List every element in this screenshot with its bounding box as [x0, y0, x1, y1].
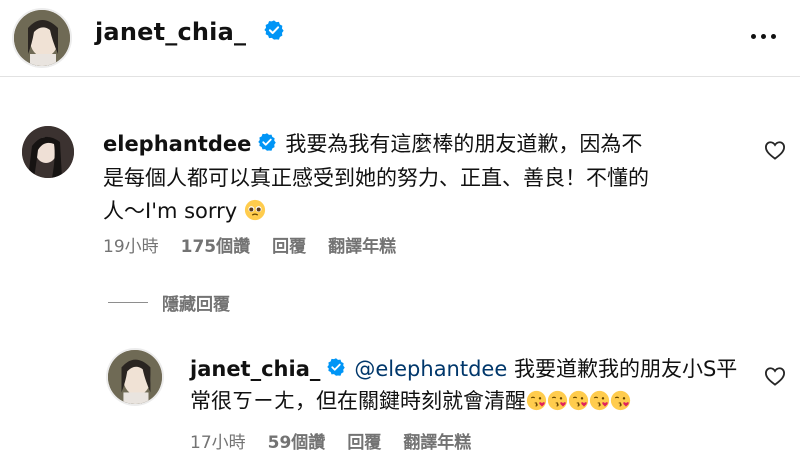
- comment-reply-button[interactable]: 回覆: [272, 232, 306, 257]
- hide-replies-label[interactable]: 隱藏回覆: [162, 290, 230, 315]
- header-avatar[interactable]: [14, 10, 70, 66]
- more-options-icon[interactable]: [748, 26, 778, 46]
- face-blowing-kiss-emoji-icon: [568, 389, 589, 420]
- verified-badge-icon: [257, 129, 277, 162]
- reply-translate-button[interactable]: 翻譯年糕: [403, 428, 471, 453]
- reply-time: 17小時: [190, 433, 246, 453]
- face-blowing-kiss-emoji-icon: [589, 389, 610, 420]
- header-username-text[interactable]: janet_chia_: [95, 18, 246, 46]
- like-heart-icon[interactable]: [764, 366, 786, 390]
- comment-body: elephantdee 我要為我有這麼棒的朋友道歉，因為不是每個人都可以真正感受…: [103, 128, 663, 231]
- reply-mention-link[interactable]: @elephantdee: [354, 357, 507, 381]
- commenter-username[interactable]: elephantdee: [103, 132, 251, 156]
- post-header: janet_chia_: [0, 0, 800, 75]
- face-blowing-kiss-emoji-icon: [526, 389, 547, 420]
- verified-badge-icon: [263, 19, 285, 47]
- reply-meta: 17小時 59個讚 回覆 翻譯年糕: [190, 428, 471, 453]
- hide-replies-button[interactable]: 隱藏回覆: [108, 290, 230, 315]
- face-blowing-kiss-emoji-icon: [547, 389, 568, 420]
- face-blowing-kiss-emoji-icon: [610, 389, 631, 420]
- comment-time: 19小時: [103, 237, 159, 257]
- commenter-avatar[interactable]: [22, 126, 74, 178]
- comment-translate-button[interactable]: 翻譯年糕: [328, 232, 396, 257]
- reply-avatar[interactable]: [108, 350, 162, 404]
- pleading-face-emoji-icon: [244, 198, 266, 231]
- reply-reply-button[interactable]: 回覆: [347, 428, 381, 453]
- reply-username[interactable]: janet_chia_: [190, 357, 320, 381]
- hide-replies-line: [108, 302, 148, 303]
- kiss-emoji-row: [526, 389, 631, 413]
- comment-meta: 19小時 175個讚 回覆 翻譯年糕: [103, 232, 396, 257]
- reply-likes[interactable]: 59個讚: [268, 428, 326, 453]
- header-divider: [0, 76, 800, 77]
- header-username[interactable]: janet_chia_: [95, 18, 285, 47]
- like-heart-icon[interactable]: [764, 140, 786, 164]
- verified-badge-icon: [326, 355, 346, 386]
- reply-body: janet_chia_ @elephantdee 我要道歉我的朋友小S平常很ㄎㄧ…: [190, 354, 750, 420]
- comment-likes[interactable]: 175個讚: [181, 232, 251, 257]
